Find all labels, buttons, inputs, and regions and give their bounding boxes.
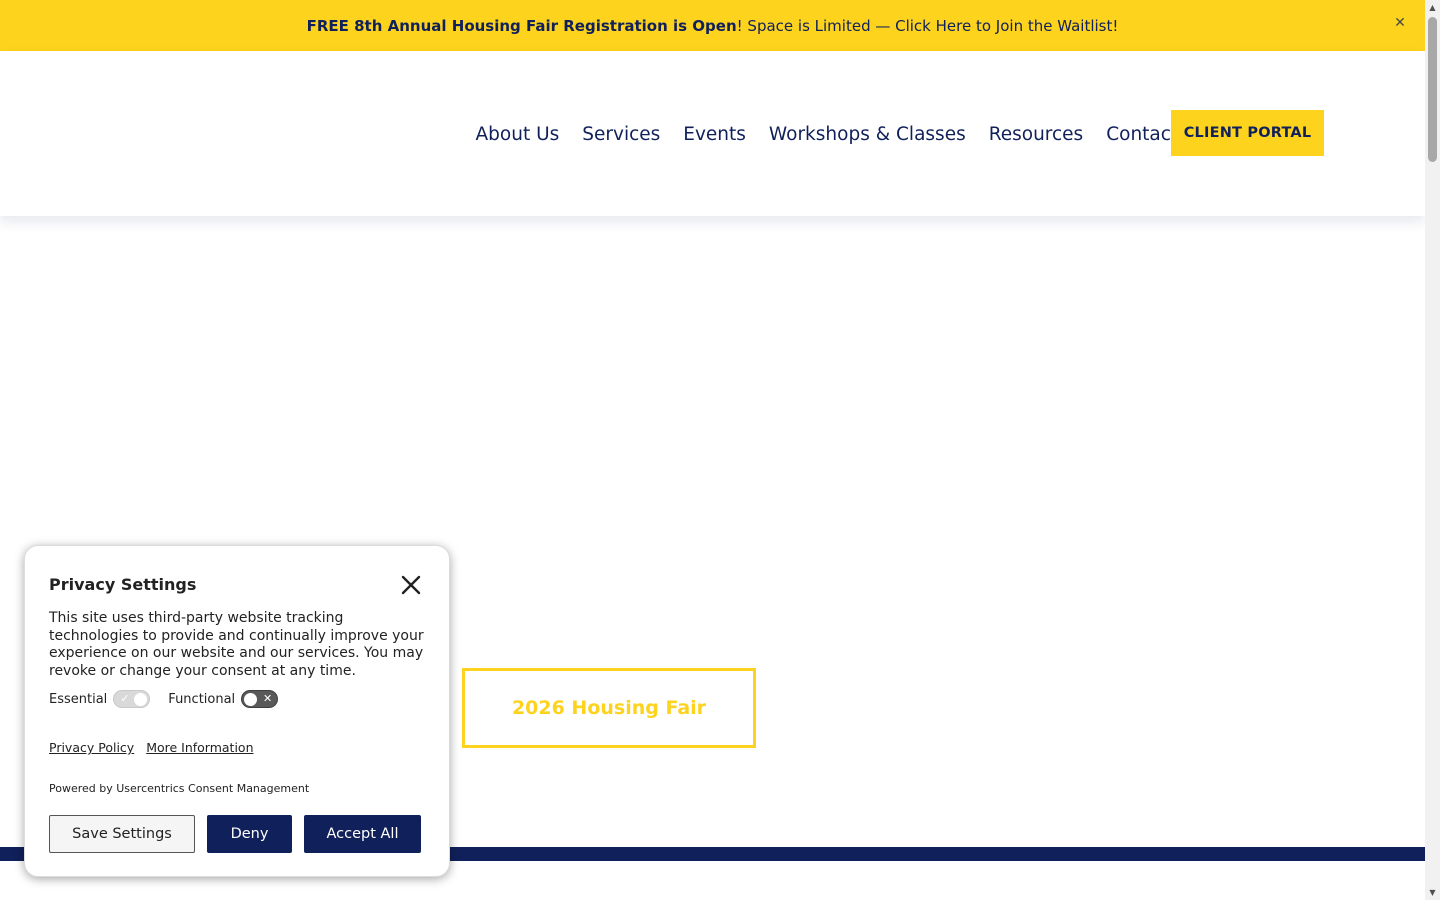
nav-item-workshops-classes[interactable]: Workshops & Classes: [757, 124, 977, 145]
more-information-link[interactable]: More Information: [146, 740, 253, 755]
consent-toggles: Essential ✓ Functional ✕: [49, 690, 296, 708]
privacy-description: This site uses third-party website track…: [49, 610, 424, 679]
checkmark-icon: ✓: [120, 692, 130, 705]
x-icon: ✕: [262, 692, 273, 705]
nav-item-services[interactable]: Services: [571, 124, 672, 145]
functional-toggle[interactable]: ✕: [241, 690, 279, 708]
announcement-text[interactable]: FREE 8th Annual Housing Fair Registratio…: [307, 17, 1119, 35]
announcement-bold-text: FREE 8th Annual Housing Fair Registratio…: [306, 16, 737, 35]
housing-fair-button[interactable]: 2026 Housing Fair: [462, 668, 756, 748]
privacy-title: Privacy Settings: [49, 575, 197, 594]
nav-item-events[interactable]: Events: [672, 124, 758, 145]
site-header: About Us Services Events Workshops & Cla…: [0, 51, 1425, 216]
scrollbar-thumb[interactable]: [1428, 17, 1437, 162]
save-settings-button[interactable]: Save Settings: [49, 815, 195, 853]
announcement-rest-text: ! Space is Limited — Click Here to Join …: [736, 16, 1119, 35]
essential-toggle: ✓: [113, 690, 151, 708]
scroll-up-arrow-icon[interactable]: ▲: [1425, 0, 1440, 15]
nav-item-resources[interactable]: Resources: [977, 124, 1094, 145]
powered-by-text: Powered by Usercentrics Consent Manageme…: [49, 782, 310, 795]
functional-label: Functional: [168, 691, 236, 707]
accept-all-button[interactable]: Accept All: [304, 815, 421, 853]
toggle-knob: [134, 693, 148, 706]
scroll-down-arrow-icon[interactable]: ▼: [1425, 885, 1440, 900]
close-icon[interactable]: ✕: [1391, 14, 1409, 32]
privacy-settings-dialog: Privacy Settings This site uses third-pa…: [24, 545, 450, 877]
essential-label: Essential: [49, 691, 108, 707]
close-icon[interactable]: [400, 574, 422, 596]
announcement-bar[interactable]: FREE 8th Annual Housing Fair Registratio…: [0, 0, 1425, 51]
client-portal-button[interactable]: CLIENT PORTAL: [1171, 110, 1324, 156]
nav-item-about-us[interactable]: About Us: [464, 124, 571, 145]
privacy-links: Privacy Policy More Information: [49, 740, 266, 755]
privacy-policy-link[interactable]: Privacy Policy: [49, 740, 134, 755]
deny-button[interactable]: Deny: [207, 815, 292, 853]
toggle-knob: [244, 693, 258, 706]
main-nav: About Us Services Events Workshops & Cla…: [464, 110, 1190, 158]
privacy-button-row: Save Settings Deny Accept All: [49, 815, 421, 853]
page-scrollbar[interactable]: ▲ ▼: [1425, 0, 1440, 900]
